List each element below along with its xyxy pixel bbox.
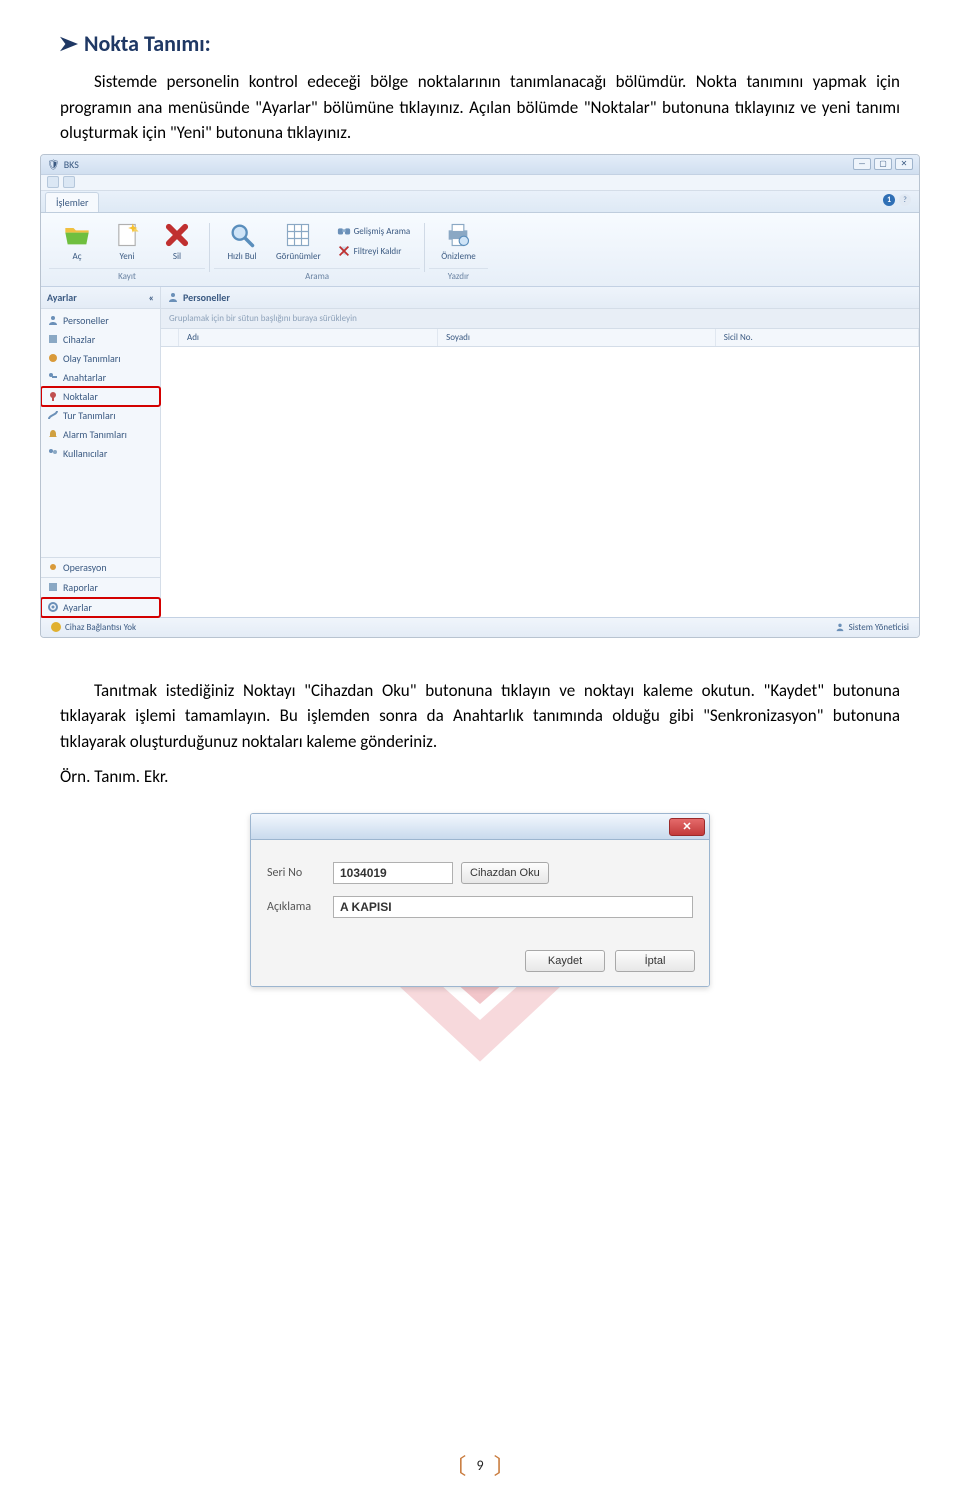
paragraph-intro: Sistemde personelin kontrol edeceği bölg… bbox=[60, 69, 900, 146]
collapse-icon[interactable]: « bbox=[149, 291, 154, 304]
bracket-left-icon: 〔 bbox=[444, 1449, 466, 1481]
bks-titlebar: 🛡 BKS — ▢ ✕ bbox=[41, 155, 919, 175]
definition-dialog: ✕ Seri No Cihazdan Oku Açıklama Kaydet İ… bbox=[250, 813, 710, 987]
main-area: Personeller Gruplamak için bir sütun baş… bbox=[161, 287, 919, 617]
qat-button[interactable] bbox=[47, 176, 59, 188]
person-icon bbox=[167, 291, 179, 303]
print-preview-icon bbox=[444, 221, 472, 249]
report-icon bbox=[47, 581, 59, 593]
ribbon-group-label: Kayıt bbox=[49, 268, 205, 284]
sidebar-item-cihazlar[interactable]: Cihazlar bbox=[41, 330, 160, 349]
search-icon bbox=[228, 221, 256, 249]
sidebar-group-raporlar[interactable]: Raporlar bbox=[41, 578, 160, 597]
status-bar: Cihaz Bağlantısı Yok Sistem Yöneticisi bbox=[41, 617, 919, 637]
grid-selector[interactable] bbox=[161, 329, 179, 346]
filtreyi-kaldir-button[interactable]: Filtreyi Kaldır bbox=[333, 242, 415, 260]
example-caption: Örn. Tanım. Ekr. bbox=[60, 766, 900, 787]
delete-x-icon bbox=[163, 221, 191, 249]
sidebar: Ayarlar « Personeller Cihazlar Olay Tanı… bbox=[41, 287, 161, 617]
grid-header: Adı Soyadı Sicil No. bbox=[161, 329, 919, 347]
qat-button[interactable] bbox=[63, 176, 75, 188]
section-heading: Nokta Tanımı: bbox=[60, 30, 900, 57]
users-icon bbox=[47, 447, 59, 459]
badge-number: 1 bbox=[883, 194, 895, 206]
page-number: 9 bbox=[466, 1457, 493, 1474]
remove-filter-icon bbox=[337, 244, 351, 258]
sidebar-item-noktalar[interactable]: Noktalar bbox=[41, 387, 160, 406]
binoculars-icon bbox=[337, 224, 351, 238]
arrow-icon bbox=[60, 36, 78, 52]
serino-input[interactable] bbox=[333, 862, 453, 884]
quick-access-toolbar bbox=[41, 175, 919, 191]
gear-icon bbox=[47, 561, 59, 573]
sidebar-item-olay-tanimlari[interactable]: Olay Tanımları bbox=[41, 349, 160, 368]
person-icon bbox=[47, 314, 59, 326]
window-max-button[interactable]: ▢ bbox=[874, 158, 892, 170]
sidebar-item-alarm-tanimlari[interactable]: Alarm Tanımları bbox=[41, 425, 160, 444]
tab-islemler[interactable]: İşlemler bbox=[45, 192, 99, 212]
dialog-titlebar: ✕ bbox=[251, 814, 709, 840]
alarm-icon bbox=[47, 428, 59, 440]
gorunumler-button[interactable]: Görünümler bbox=[270, 219, 327, 264]
new-document-icon bbox=[113, 221, 141, 249]
bks-app-icon: 🛡 bbox=[47, 158, 60, 171]
key-icon bbox=[47, 371, 59, 383]
main-header: Personeller bbox=[161, 287, 919, 309]
page-footer: 〔 9 〕 bbox=[0, 1449, 960, 1481]
sidebar-item-anahtarlar[interactable]: Anahtarlar bbox=[41, 368, 160, 387]
sil-button[interactable]: Sil bbox=[155, 219, 199, 264]
col-adi[interactable]: Adı bbox=[179, 329, 438, 346]
sidebar-group-ayarlar[interactable]: Ayarlar bbox=[41, 598, 160, 617]
ac-button[interactable]: Aç bbox=[55, 219, 99, 264]
bks-title: BKS bbox=[64, 158, 79, 171]
sidebar-item-kullanicilar[interactable]: Kullanıcılar bbox=[41, 444, 160, 463]
status-dot-icon bbox=[51, 622, 61, 632]
route-icon bbox=[47, 409, 59, 421]
hizlibul-button[interactable]: Hızlı Bul bbox=[220, 219, 264, 264]
onizleme-button[interactable]: Önizleme bbox=[435, 219, 482, 264]
settings-icon bbox=[47, 601, 59, 613]
col-sicilno[interactable]: Sicil No. bbox=[716, 329, 919, 346]
help-icon[interactable]: ? bbox=[899, 194, 911, 206]
cihazdan-oku-button[interactable]: Cihazdan Oku bbox=[461, 862, 549, 884]
status-connection: Cihaz Bağlantısı Yok bbox=[51, 622, 136, 633]
grid-body[interactable] bbox=[161, 347, 919, 617]
aciklama-input[interactable] bbox=[333, 896, 693, 918]
dialog-close-button[interactable]: ✕ bbox=[669, 818, 705, 836]
sidebar-item-personeller[interactable]: Personeller bbox=[41, 311, 160, 330]
user-icon bbox=[835, 622, 845, 632]
ribbon-group-label: Arama bbox=[214, 268, 420, 284]
window-close-button[interactable]: ✕ bbox=[895, 158, 913, 170]
ribbon-tabstrip: İşlemler 1 ? bbox=[41, 191, 919, 213]
pin-icon bbox=[47, 390, 59, 402]
ribbon-group-label: Yazdır bbox=[429, 268, 488, 284]
kaydet-button[interactable]: Kaydet bbox=[525, 950, 605, 972]
iptal-button[interactable]: İptal bbox=[615, 950, 695, 972]
sidebar-header: Ayarlar « bbox=[41, 287, 160, 309]
paragraph-instruction: Tanıtmak istediğiniz Noktayı "Cihazdan O… bbox=[60, 678, 900, 755]
aciklama-label: Açıklama bbox=[267, 900, 325, 914]
window-min-button[interactable]: — bbox=[853, 158, 871, 170]
col-soyadi[interactable]: Soyadı bbox=[438, 329, 716, 346]
gelismis-arama-button[interactable]: Gelişmiş Arama bbox=[333, 222, 415, 240]
sidebar-item-tur-tanimlari[interactable]: Tur Tanımları bbox=[41, 406, 160, 425]
bracket-right-icon: 〕 bbox=[494, 1449, 516, 1481]
grid-icon bbox=[284, 221, 312, 249]
ribbon: Aç Yeni Sil Kayıt Hızlı Bul bbox=[41, 213, 919, 287]
yeni-button[interactable]: Yeni bbox=[105, 219, 149, 264]
folder-open-icon bbox=[63, 221, 91, 249]
device-icon bbox=[47, 333, 59, 345]
status-user: Sistem Yöneticisi bbox=[835, 622, 909, 633]
heading-text: Nokta Tanımı: bbox=[84, 30, 211, 57]
sidebar-group-operasyon[interactable]: Operasyon bbox=[41, 558, 160, 577]
group-drop-area[interactable]: Gruplamak için bir sütun başlığını buray… bbox=[161, 309, 919, 329]
event-icon bbox=[47, 352, 59, 364]
serino-label: Seri No bbox=[267, 866, 325, 880]
bks-window: 🛡 BKS — ▢ ✕ İşlemler 1 ? Aç bbox=[40, 154, 920, 638]
